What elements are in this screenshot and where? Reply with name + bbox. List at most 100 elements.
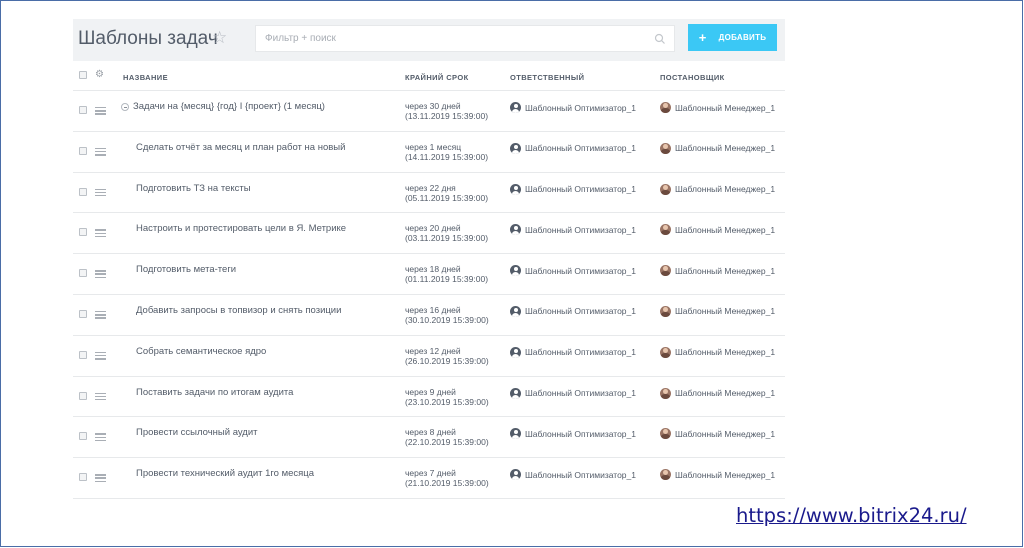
task-name[interactable]: Сделать отчёт за месяц и план работ на н… (136, 142, 345, 153)
row-checkbox[interactable] (79, 146, 87, 155)
deadline-date: (01.11.2019 15:39:00) (405, 274, 489, 285)
responsible-person[interactable]: Шаблонный Оптимизатор_1 (510, 346, 636, 358)
drag-handle-icon[interactable] (95, 188, 106, 197)
table-row[interactable]: Провести технический аудит 1го месяца че… (73, 458, 785, 499)
creator-person[interactable]: Шаблонный Менеджер_1 (660, 469, 776, 481)
table-row[interactable]: Добавить запросы в топвизор и снять пози… (73, 295, 785, 336)
creator-person[interactable]: Шаблонный Менеджер_1 (660, 102, 775, 113)
responsible-person[interactable]: Шаблонный Оптимизатор_1 (510, 102, 636, 113)
drag-handle-icon[interactable] (95, 351, 106, 360)
user-avatar-icon (510, 102, 521, 113)
task-name[interactable]: Провести технический аудит 1го месяца (136, 468, 314, 479)
task-name[interactable]: Добавить запросы в топвизор и снять пози… (136, 305, 341, 316)
task-template-list: Задачи на {месяц} {год} I {проект} (1 ме… (73, 91, 785, 499)
search-icon[interactable] (654, 33, 666, 45)
filter-search-box[interactable] (255, 25, 675, 52)
column-header-responsible[interactable]: ОТВЕТСТВЕННЫЙ (510, 73, 584, 82)
table-row[interactable]: Поставить задачи по итогам аудита через … (73, 377, 785, 418)
task-name[interactable]: Собрать семантическое ядро (136, 346, 266, 357)
drag-handle-icon[interactable] (95, 310, 106, 319)
responsible-person[interactable]: Шаблонный Оптимизатор_1 (510, 265, 636, 277)
row-checkbox[interactable] (79, 391, 87, 400)
drag-handle-icon[interactable] (95, 107, 106, 115)
row-checkbox[interactable] (79, 106, 87, 114)
creator-person[interactable]: Шаблонный Менеджер_1 (660, 428, 775, 440)
user-photo-icon (660, 305, 671, 317)
plus-icon: + (698, 29, 707, 45)
task-deadline: через 1 месяц (14.11.2019 15:39:00) (405, 142, 488, 162)
row-checkbox[interactable] (79, 269, 87, 278)
responsible-person[interactable]: Шаблонный Оптимизатор_1 (510, 183, 636, 195)
responsible-name: Шаблонный Оптимизатор_1 (525, 347, 636, 358)
column-header-creator[interactable]: ПОСТАНОВЩИК (660, 73, 725, 82)
search-input[interactable] (256, 26, 646, 51)
table-row[interactable]: Подготовить мета-теги через 18 дней (01.… (73, 254, 785, 295)
row-checkbox[interactable] (79, 473, 87, 482)
deadline-date: (23.10.2019 15:39:00) (405, 396, 489, 407)
table-row[interactable]: Задачи на {месяц} {год} I {проект} (1 ме… (73, 91, 785, 132)
responsible-name: Шаблонный Оптимизатор_1 (525, 306, 636, 317)
column-header-name[interactable]: НАЗВАНИЕ (123, 73, 168, 82)
row-checkbox[interactable] (79, 187, 87, 196)
bitrix24-link[interactable]: https://www.bitrix24.ru/ (736, 504, 967, 527)
deadline-date: (03.11.2019 15:39:00) (405, 233, 489, 244)
task-deadline: через 20 дней (03.11.2019 15:39:00) (405, 223, 488, 243)
row-checkbox[interactable] (79, 309, 87, 318)
column-header-deadline[interactable]: КРАЙНИЙ СРОК (405, 73, 469, 82)
row-checkbox[interactable] (79, 228, 87, 237)
table-row[interactable]: Собрать семантическое ядро через 12 дней… (73, 336, 785, 377)
table-row[interactable]: Провести ссылочный аудит через 8 дней (2… (73, 417, 785, 459)
creator-person[interactable]: Шаблонный Менеджер_1 (660, 265, 775, 277)
drag-handle-icon[interactable] (95, 474, 106, 482)
deadline-relative: через 30 дней (405, 101, 461, 111)
creator-name: Шаблонный Менеджер_1 (675, 102, 776, 113)
creator-person[interactable]: Шаблонный Менеджер_1 (660, 346, 775, 358)
task-name[interactable]: Подготовить мета-теги (136, 264, 236, 275)
select-all-checkbox[interactable] (79, 71, 87, 79)
responsible-person[interactable]: Шаблонный Оптимизатор_1 (510, 305, 636, 317)
collapse-icon[interactable] (121, 103, 129, 111)
favorite-star-icon[interactable]: ☆ (212, 28, 227, 48)
table-row[interactable]: Подготовить ТЗ на тексты через 22 дня (0… (73, 173, 785, 214)
task-name[interactable]: Подготовить ТЗ на тексты (136, 183, 251, 194)
gear-icon[interactable]: ⚙ (95, 70, 104, 80)
deadline-relative: через 9 дней (405, 386, 456, 397)
responsible-person[interactable]: Шаблонный Оптимизатор_1 (510, 142, 636, 154)
responsible-person[interactable]: Шаблонный Оптимизатор_1 (510, 387, 636, 399)
table-row[interactable]: Сделать отчёт за месяц и план работ на н… (73, 132, 785, 173)
responsible-person[interactable]: Шаблонный Оптимизатор_1 (510, 469, 636, 481)
responsible-name: Шаблонный Оптимизатор_1 (525, 143, 636, 154)
user-photo-icon (660, 265, 671, 277)
add-button[interactable]: + ДОБАВИТЬ (688, 24, 777, 51)
table-row[interactable]: Настроить и протестировать цели в Я. Мет… (73, 213, 785, 255)
table-header: ⚙ НАЗВАНИЕ КРАЙНИЙ СРОК ОТВЕТСТВЕННЫЙ ПО… (73, 64, 785, 91)
drag-handle-icon[interactable] (95, 270, 106, 278)
drag-handle-icon[interactable] (95, 229, 106, 238)
deadline-relative: через 18 дней (405, 264, 461, 275)
task-name[interactable]: Задачи на {месяц} {год} I {проект} (1 ме… (133, 101, 325, 112)
creator-person[interactable]: Шаблонный Менеджер_1 (660, 224, 775, 236)
row-checkbox[interactable] (79, 432, 87, 441)
task-name[interactable]: Настроить и протестировать цели в Я. Мет… (136, 223, 346, 234)
drag-handle-icon[interactable] (95, 392, 106, 401)
task-deadline: через 12 дней (26.10.2019 15:39:00) (405, 346, 489, 366)
user-photo-icon (660, 102, 671, 113)
user-photo-icon (660, 428, 671, 440)
responsible-person[interactable]: Шаблонный Оптимизатор_1 (510, 224, 636, 236)
deadline-date: (21.10.2019 15:39:00) (405, 478, 489, 489)
creator-name: Шаблонный Менеджер_1 (675, 469, 776, 480)
user-photo-icon (660, 142, 671, 154)
creator-person[interactable]: Шаблонный Менеджер_1 (660, 183, 775, 195)
task-name[interactable]: Провести ссылочный аудит (136, 427, 258, 438)
drag-handle-icon[interactable] (95, 147, 106, 156)
row-checkbox[interactable] (79, 350, 87, 359)
deadline-date: (13.11.2019 15:39:00) (405, 111, 489, 121)
creator-person[interactable]: Шаблонный Менеджер_1 (660, 387, 775, 399)
responsible-name: Шаблонный Оптимизатор_1 (525, 428, 636, 439)
responsible-name: Шаблонный Оптимизатор_1 (525, 265, 636, 276)
task-name[interactable]: Поставить задачи по итогам аудита (136, 387, 293, 398)
creator-person[interactable]: Шаблонный Менеджер_1 (660, 142, 775, 154)
creator-person[interactable]: Шаблонный Менеджер_1 (660, 305, 775, 317)
responsible-person[interactable]: Шаблонный Оптимизатор_1 (510, 428, 636, 440)
drag-handle-icon[interactable] (95, 433, 106, 442)
